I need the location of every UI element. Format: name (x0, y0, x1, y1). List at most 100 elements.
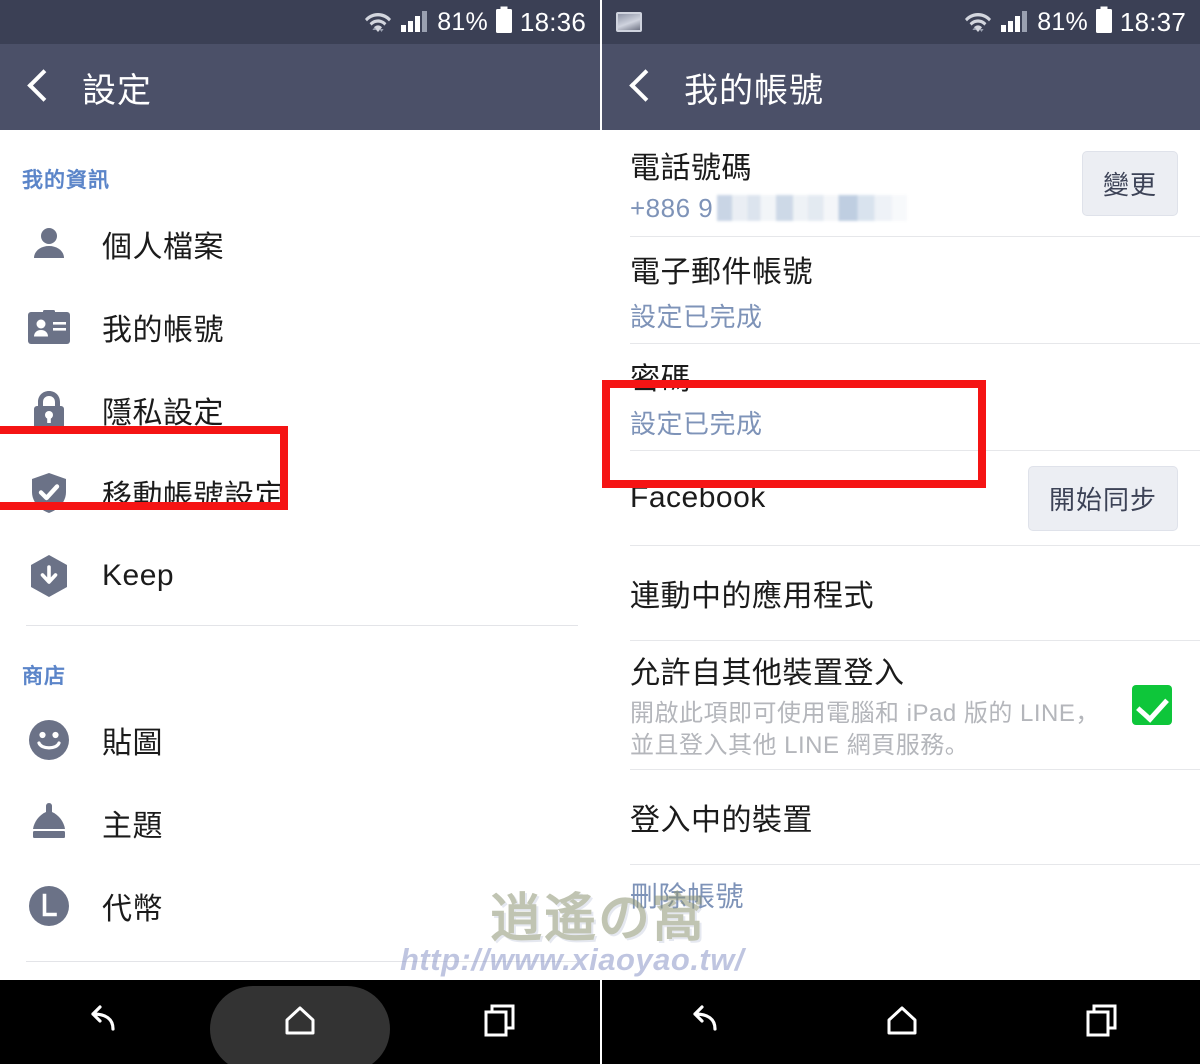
sidebar-item-label: 貼圖 (102, 726, 163, 760)
sidebar-item-label: 隱私設定 (102, 396, 224, 430)
clock-label: 18:36 (519, 7, 586, 37)
sidebar-item-themes[interactable]: 主題 (0, 781, 600, 864)
sidebar-item-stickers[interactable]: 貼圖 (0, 698, 600, 781)
right-android-navbar (602, 980, 1200, 1064)
nav-back-icon (80, 1000, 120, 1045)
nav-recents-button[interactable] (1042, 980, 1162, 1064)
page-title: 設定 (82, 71, 152, 110)
row-title: 連動中的應用程式 (630, 580, 874, 613)
row-subtitle: +886 9 (630, 192, 908, 224)
nav-home-icon (280, 1000, 320, 1045)
row-texts: 密碼 設定已完成 (630, 354, 763, 441)
dual-phone-screenshot: 81% 18:36 設定 我的資訊 個人檔案 我的帳號 隱私設定 移動帳號設定 … (0, 0, 1200, 1064)
phone-prefix-label: +886 9 (630, 192, 714, 223)
sidebar-item-label: 代幣 (102, 892, 163, 926)
settings-sidebar: 我的資訊 個人檔案 我的帳號 隱私設定 移動帳號設定 Keep 商店 貼圖 主題… (0, 130, 600, 980)
row-title: 登入中的裝置 (630, 804, 813, 837)
wifi-icon (363, 7, 393, 38)
page-title: 我的帳號 (684, 71, 824, 110)
sidebar-item-privacy[interactable]: 隱私設定 (0, 368, 600, 451)
nav-home-icon (882, 1000, 922, 1045)
row-title: 密碼 (630, 362, 691, 396)
nav-back-button[interactable] (40, 980, 160, 1064)
change-phone-button[interactable]: 變更 (1081, 150, 1178, 216)
section-header-store: 商店 (22, 665, 66, 688)
nav-back-button[interactable] (642, 980, 762, 1064)
row-title: 刪除帳號 (630, 881, 745, 912)
sidebar-item-profile[interactable]: 個人檔案 (0, 202, 600, 285)
sidebar-item-label: 移動帳號設定 (102, 479, 285, 513)
brush-icon (26, 800, 72, 846)
nav-back-icon (682, 1000, 722, 1045)
row-title: Facebook (630, 481, 766, 514)
left-app-bar: 設定 (0, 44, 600, 130)
status-left-icons (616, 12, 963, 32)
right-phone-panel: 81% 18:37 我的帳號 電話號碼 +886 9 變更 電子郵件帳號 設定已… (600, 0, 1200, 1064)
sidebar-item-label: 個人檔案 (102, 230, 224, 264)
row-linked-apps[interactable]: 連動中的應用程式 (602, 546, 1200, 640)
signal-bars-icon (1000, 7, 1030, 38)
row-phone-number[interactable]: 電話號碼 +886 9 變更 (602, 130, 1200, 236)
account-settings-list: 電話號碼 +886 9 變更 電子郵件帳號 設定已完成 密碼 設定已完成 Fac… (602, 130, 1200, 980)
battery-icon (495, 6, 513, 39)
row-texts: 登入中的裝置 (630, 795, 813, 839)
left-status-bar: 81% 18:36 (0, 0, 600, 44)
person-icon (26, 221, 72, 267)
row-texts: Facebook (630, 481, 766, 515)
right-status-bar: 81% 18:37 (602, 0, 1200, 44)
row-password[interactable]: 密碼 設定已完成 (602, 344, 1200, 450)
keep-hexagon-download-icon (26, 553, 72, 599)
sidebar-item-account-transfer[interactable]: 移動帳號設定 (0, 451, 600, 534)
sidebar-item-my-account[interactable]: 我的帳號 (0, 285, 600, 368)
back-chevron-icon[interactable] (20, 65, 60, 109)
row-title: 允許自其他裝置登入 (630, 656, 905, 690)
nav-home-button[interactable] (210, 980, 390, 1064)
section-header-my-info: 我的資訊 (22, 169, 110, 192)
sidebar-item-coins[interactable]: 代幣 (0, 864, 600, 947)
row-subtitle: 開啟此項即可使用電腦和 iPad 版的 LINE，並且登入其他 LINE 網頁服… (630, 699, 1100, 759)
facebook-sync-button[interactable]: 開始同步 (1027, 465, 1178, 531)
sidebar-item-label: Keep (102, 558, 175, 592)
left-phone-panel: 81% 18:36 設定 我的資訊 個人檔案 我的帳號 隱私設定 移動帳號設定 … (0, 0, 600, 1064)
sidebar-item-label: 我的帳號 (102, 313, 224, 347)
row-title: 電話號碼 (630, 151, 752, 185)
row-texts: 連動中的應用程式 (630, 571, 874, 615)
row-texts: 電子郵件帳號 設定已完成 (630, 247, 813, 334)
row-title: 電子郵件帳號 (630, 255, 813, 289)
battery-percent-label: 81% (437, 7, 488, 36)
nav-home-button[interactable] (842, 980, 962, 1064)
status-right-icons: 81% 18:37 (963, 6, 1186, 39)
coin-l-icon (26, 883, 72, 929)
nav-recents-icon (1082, 1000, 1122, 1045)
clock-label: 18:37 (1119, 7, 1186, 37)
row-logged-in-devices[interactable]: 登入中的裝置 (602, 770, 1200, 864)
row-texts: 電話號碼 +886 9 (630, 143, 908, 224)
list-bottom-divider (26, 961, 578, 962)
row-texts: 刪除帳號 (630, 875, 744, 915)
nav-recents-icon (480, 1000, 520, 1045)
row-subtitle: 設定已完成 (630, 408, 763, 439)
row-email-account[interactable]: 電子郵件帳號 設定已完成 (602, 237, 1200, 343)
right-app-bar: 我的帳號 (602, 44, 1200, 130)
row-subtitle: 設定已完成 (630, 301, 763, 332)
sidebar-item-keep[interactable]: Keep (0, 534, 600, 617)
lock-icon (26, 387, 72, 433)
battery-percent-label: 81% (1037, 7, 1088, 36)
allow-login-checkbox[interactable] (1132, 685, 1172, 725)
battery-icon (1095, 6, 1113, 39)
signal-bars-icon (400, 7, 430, 38)
sidebar-item-label: 主題 (102, 809, 163, 843)
back-chevron-icon[interactable] (622, 65, 662, 109)
phone-number-mosaic (717, 194, 908, 221)
smiley-face-icon (26, 717, 72, 763)
shield-check-icon (26, 470, 72, 516)
wifi-icon (963, 7, 993, 38)
screenshot-icon (616, 12, 642, 32)
row-delete-account[interactable]: 刪除帳號 (602, 865, 1200, 925)
left-android-navbar (0, 980, 600, 1064)
status-right-icons: 81% 18:36 (363, 6, 586, 39)
nav-recents-button[interactable] (440, 980, 560, 1064)
row-allow-other-device-login[interactable]: 允許自其他裝置登入 開啟此項即可使用電腦和 iPad 版的 LINE，並且登入其… (602, 641, 1200, 769)
row-facebook[interactable]: Facebook 開始同步 (602, 451, 1200, 545)
row-texts: 允許自其他裝置登入 開啟此項即可使用電腦和 iPad 版的 LINE，並且登入其… (630, 648, 1100, 763)
